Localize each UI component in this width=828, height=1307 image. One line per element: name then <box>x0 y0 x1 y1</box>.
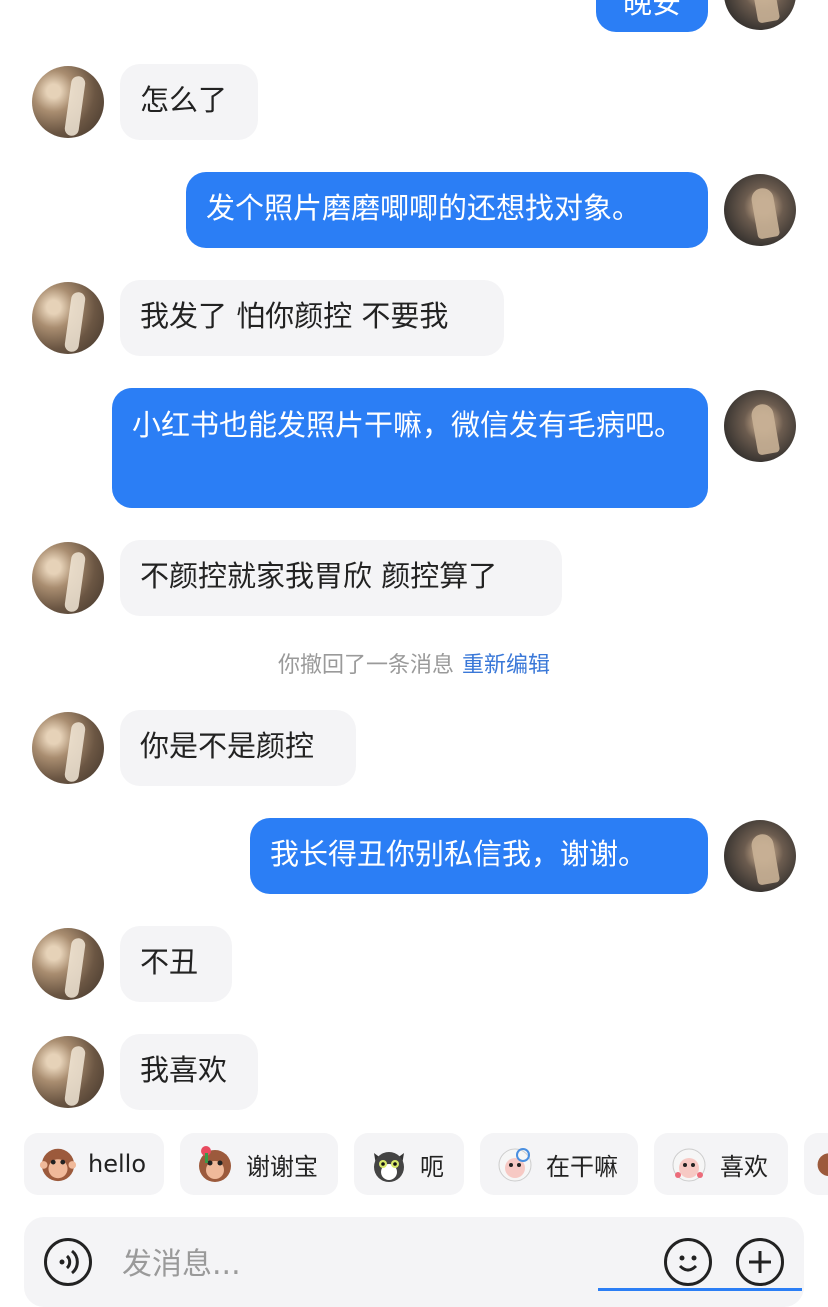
contact-avatar[interactable] <box>32 1036 104 1108</box>
my-avatar[interactable] <box>724 390 796 462</box>
contact-avatar[interactable] <box>32 542 104 614</box>
message-bubble-sent[interactable]: 小红书也能发照片干嘛，微信发有毛病吧。 <box>112 388 708 508</box>
sheep-love-icon <box>672 1148 706 1182</box>
emoji-icon[interactable] <box>664 1238 712 1286</box>
my-avatar[interactable] <box>724 0 796 30</box>
contact-avatar[interactable] <box>32 66 104 138</box>
re-edit-link[interactable]: 重新编辑 <box>462 653 550 678</box>
monkey-flower-icon <box>199 1146 231 1182</box>
message-input-bar: 发消息... <box>24 1217 804 1307</box>
contact-avatar[interactable] <box>32 928 104 1000</box>
message-bubble-sent[interactable]: 发个照片磨磨唧唧的还想找对象。 <box>186 172 708 248</box>
message-bubble-received[interactable]: 我发了 怕你颜控 不要我 <box>120 280 504 356</box>
monkey-hello-icon <box>39 1148 77 1182</box>
quick-reply-hello[interactable]: hello <box>24 1133 164 1195</box>
quick-reply-label: 谢谢宝 <box>246 1152 318 1181</box>
quick-reply-thanks[interactable]: 谢谢宝 <box>180 1133 338 1195</box>
message-bubble-received[interactable]: 怎么了 <box>120 64 258 140</box>
recall-notice-text: 你撤回了一条消息 <box>277 653 454 678</box>
sheep-wondering-icon <box>498 1148 532 1182</box>
quick-reply-what-doing[interactable]: 在干嘛 <box>480 1133 638 1195</box>
quick-reply-label: hello <box>88 1150 146 1178</box>
contact-avatar[interactable] <box>32 282 104 354</box>
quick-reply-uh[interactable]: 呃 <box>354 1133 464 1195</box>
add-attachment-icon[interactable] <box>736 1238 784 1286</box>
quick-reply-label: 喜欢 <box>720 1152 768 1181</box>
quick-reply-label: 呃 <box>420 1152 444 1181</box>
my-avatar[interactable] <box>724 820 796 892</box>
cat-face-icon <box>374 1152 404 1182</box>
message-bubble-received[interactable]: 我喜欢 <box>120 1034 258 1110</box>
voice-input-icon[interactable] <box>44 1238 92 1286</box>
message-input[interactable]: 发消息... <box>122 1239 241 1283</box>
contact-avatar[interactable] <box>32 712 104 784</box>
quick-reply-more[interactable] <box>804 1133 828 1195</box>
recall-notice: 你撤回了一条消息 重新编辑 <box>0 647 828 679</box>
message-bubble-received[interactable]: 你是不是颜控 <box>120 710 356 786</box>
my-avatar[interactable] <box>724 174 796 246</box>
message-bubble-sent[interactable]: 晚安 <box>596 0 708 32</box>
message-bubble-received[interactable]: 不颜控就家我胃欣 颜控算了 <box>120 540 562 616</box>
message-bubble-received[interactable]: 不丑 <box>120 926 232 1002</box>
monkey-peek-icon <box>817 1153 828 1177</box>
message-bubble-sent[interactable]: 我长得丑你别私信我，谢谢。 <box>250 818 708 894</box>
quick-reply-like[interactable]: 喜欢 <box>654 1133 788 1195</box>
quick-reply-label: 在干嘛 <box>546 1152 618 1181</box>
quick-reply-bar: hello 谢谢宝 呃 在干嘛 喜欢 <box>24 1133 828 1195</box>
